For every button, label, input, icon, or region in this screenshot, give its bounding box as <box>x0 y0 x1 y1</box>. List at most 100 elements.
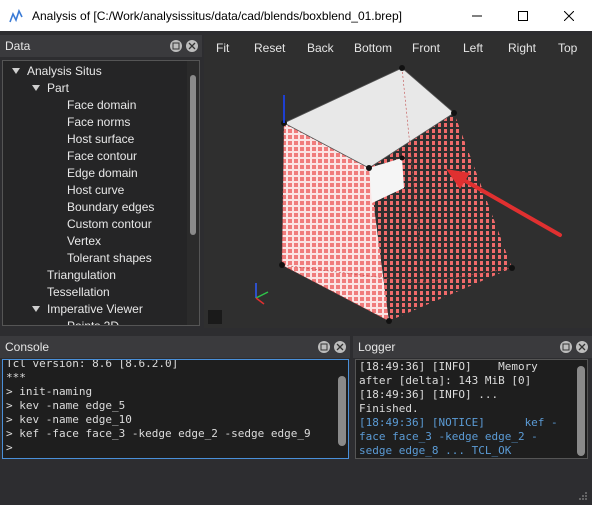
log-line: Finished. <box>359 402 419 415</box>
window-title: Analysis of [C:/Work/analysissitus/data/… <box>32 8 402 23</box>
data-tree[interactable]: Analysis Situs Part Face domain Face norms H… <box>2 60 200 326</box>
3d-viewer[interactable]: Fit Reset Back Bottom Front Left Right T… <box>204 35 592 328</box>
tree-item[interactable]: Custom contour <box>67 215 152 232</box>
logger-scroll-thumb[interactable] <box>577 366 585 456</box>
console-panel-title: Console <box>5 340 50 354</box>
tree-item-label: Face norms <box>67 114 131 129</box>
close-panel-icon[interactable] <box>334 341 346 353</box>
view-top-button[interactable]: Top <box>558 41 577 55</box>
tcl-console[interactable]: Tcl version: 8.6 [8.6.2.0] *** > init-nami… <box>2 359 349 459</box>
vertex <box>279 262 285 268</box>
console-line: *** <box>6 371 26 384</box>
resize-grip-icon[interactable] <box>578 491 588 501</box>
console-scroll-thumb[interactable] <box>338 376 346 446</box>
close-window-button[interactable] <box>546 0 592 31</box>
app-logo-icon <box>8 8 24 24</box>
view-left-button[interactable]: Left <box>463 41 483 55</box>
viewport[interactable] <box>204 63 592 328</box>
tree-item[interactable]: Tessellation <box>47 283 110 300</box>
expand-arrow-icon[interactable] <box>11 66 21 76</box>
view-fit-button[interactable]: Fit <box>216 41 229 55</box>
console-line: > <box>6 441 13 454</box>
box-model-render <box>255 65 562 324</box>
vertex <box>399 155 405 161</box>
close-panel-icon[interactable] <box>576 341 588 353</box>
tree-scrollbar[interactable] <box>187 61 199 325</box>
tree-item-label: Part <box>47 80 70 95</box>
tree-item-label: Analysis Situs <box>27 63 102 78</box>
vertex <box>399 65 405 71</box>
tree-item[interactable]: Part <box>31 79 69 96</box>
tree-item[interactable]: Face domain <box>67 96 136 113</box>
console-line: > init-naming <box>6 385 93 398</box>
log-line: [18:49:36] [INFO] ... <box>359 388 499 401</box>
minimize-button[interactable] <box>454 0 500 31</box>
tree-item[interactable]: Tolerant shapes <box>67 249 152 266</box>
tree-item-label: Vertex <box>67 233 102 248</box>
tree-item[interactable]: Boundary edges <box>67 198 154 215</box>
minimize-icon <box>472 15 482 16</box>
console-line: > kev -name edge_10 <box>6 413 132 426</box>
vertex <box>366 165 372 171</box>
console-line: > kev -name edge_5 <box>6 399 126 412</box>
logger-panel-header: Logger <box>353 336 592 358</box>
vertex <box>451 110 457 116</box>
data-panel-header: Data <box>0 35 202 57</box>
float-panel-icon[interactable] <box>318 341 330 353</box>
vertex <box>386 318 392 324</box>
log-line: after [delta]: 143 MiB [0] <box>359 374 532 387</box>
tree-item[interactable]: Host curve <box>67 181 124 198</box>
title-bar: Analysis of [C:/Work/analysissitus/data/… <box>0 0 592 31</box>
vertex <box>509 265 515 271</box>
tree-item-label: Triangulation <box>47 267 116 282</box>
expand-arrow-icon[interactable] <box>31 304 41 314</box>
tree-item-label: Host surface <box>67 131 135 146</box>
console-line: > kef -face face_3 -kedge edge_2 -sedge … <box>6 427 311 440</box>
maximize-icon <box>518 10 528 21</box>
tree-item[interactable]: Edge domain <box>67 164 138 181</box>
log-line: sedge edge_8 ... TCL_OK <box>359 444 512 457</box>
view-reset-button[interactable]: Reset <box>254 41 285 55</box>
tree-item[interactable]: Face contour <box>67 147 137 164</box>
tree-item[interactable]: Imperative Viewer <box>31 300 143 317</box>
logger-panel-title: Logger <box>358 340 396 354</box>
close-icon <box>564 10 574 21</box>
tree-item-label: Imperative Viewer <box>47 301 143 316</box>
viewport-corner-widget <box>208 310 222 324</box>
console-panel-header: Console <box>0 336 350 358</box>
tree-item[interactable]: Triangulation <box>47 266 116 283</box>
tree-item-label: Face domain <box>67 97 137 112</box>
logger-output[interactable]: [18:49:36] [INFO] Memory after [delta]: 1… <box>355 359 588 459</box>
view-back-button[interactable]: Back <box>307 41 334 55</box>
tree-item-label: Points 2D <box>67 318 120 326</box>
maximize-button[interactable] <box>500 0 546 31</box>
log-line: [18:49:36] [NOTICE] kef - <box>359 416 558 429</box>
axis-triad-icon <box>255 283 269 305</box>
close-panel-icon[interactable] <box>186 40 198 52</box>
tree-item[interactable]: Analysis Situs <box>11 62 102 79</box>
float-panel-icon[interactable] <box>170 40 182 52</box>
tree-item[interactable]: Points 2D <box>67 317 119 326</box>
tree-item-label: Edge domain <box>67 165 138 180</box>
data-panel-title: Data <box>5 39 31 53</box>
view-right-button[interactable]: Right <box>508 41 536 55</box>
view-front-button[interactable]: Front <box>412 41 440 55</box>
float-panel-icon[interactable] <box>560 341 572 353</box>
tree-item-label: Boundary edges <box>67 199 155 214</box>
tree-item-label: Tolerant shapes <box>67 250 152 265</box>
tree-item-label: Face contour <box>67 148 138 163</box>
tree-item-label: Host curve <box>67 182 125 197</box>
tree-item-label: Custom contour <box>67 216 152 231</box>
tree-scroll-thumb[interactable] <box>190 75 196 235</box>
log-line: [18:49:36] [INFO] Memory <box>359 360 538 373</box>
console-line: Tcl version: 8.6 [8.6.2.0] <box>6 359 179 370</box>
tree-item[interactable]: Face norms <box>67 113 130 130</box>
tree-item[interactable]: Vertex <box>67 232 101 249</box>
view-bottom-button[interactable]: Bottom <box>354 41 392 55</box>
log-line: face face_3 -kedge edge_2 - <box>359 430 538 443</box>
status-bar <box>0 462 592 505</box>
tree-item[interactable]: Host surface <box>67 130 134 147</box>
view-toolbar: Fit Reset Back Bottom Front Left Right T… <box>204 35 592 63</box>
expand-arrow-icon[interactable] <box>31 83 41 93</box>
tree-item-label: Tessellation <box>47 284 110 299</box>
